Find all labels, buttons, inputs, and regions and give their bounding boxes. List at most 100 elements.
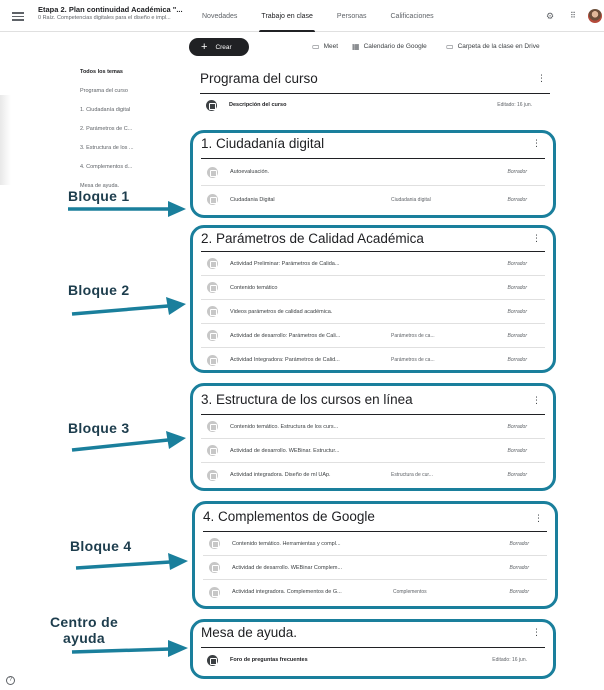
avatar[interactable] xyxy=(588,9,602,23)
assignment-icon xyxy=(207,445,218,456)
item-status: Borrador xyxy=(507,447,527,454)
list-item[interactable]: Actividad integradora. Complementos de G… xyxy=(203,580,547,604)
item-status: Borrador xyxy=(507,169,527,175)
plus-icon: + xyxy=(201,41,208,53)
arrow-bloque-4 xyxy=(75,553,188,570)
material-icon xyxy=(207,330,218,341)
item-topic: Ciudadania digital xyxy=(391,196,431,203)
list-item[interactable]: Actividad integradora. Diseño de ml UAp.… xyxy=(201,463,545,487)
list-item[interactable]: Actividad de desarrollo. WEBinar. Estruc… xyxy=(201,439,545,463)
more-vert-icon[interactable]: ⋮ xyxy=(534,514,543,523)
item-title: Actividad de desarrollo. WEBinar. Estruc… xyxy=(230,447,340,454)
list-item[interactable]: Actividad Integradora: Parámetros de Cal… xyxy=(201,348,545,372)
item-status: Editado: 16 jun. xyxy=(492,657,527,663)
topic-mesa-ayuda: Mesa de ayuda. ⋮ Foro de preguntas frecu… xyxy=(190,619,556,679)
item-title: Contenido temático. Herramientas y compl… xyxy=(232,540,341,547)
calendar-icon: ▦ xyxy=(352,42,360,51)
topic-header: Mesa de ayuda. ⋮ xyxy=(201,622,545,648)
arrow-bloque-2 xyxy=(71,297,186,316)
sidebar-item-parametros[interactable]: 2. Parámetros de C... xyxy=(80,125,170,144)
tab-novedades[interactable]: Novedades xyxy=(190,0,249,32)
meet-link[interactable]: ▭ Meet xyxy=(312,42,338,51)
item-title: Videos parámetros de calidad académica. xyxy=(230,308,333,315)
item-status: Borrador xyxy=(507,357,527,363)
topic-header: 4. Complementos de Google ⋮ xyxy=(203,504,547,532)
left-edge-shade xyxy=(0,95,11,185)
topic-parametros: 2. Parámetros de Calidad Académica ⋮ Act… xyxy=(190,225,556,373)
item-title: Actividad de desarrollo: Parámetros de C… xyxy=(230,332,341,339)
material-icon xyxy=(209,586,220,598)
drive-folder-link[interactable]: ▭ Carpeta de la clase en Drive xyxy=(446,42,540,51)
item-status: Borrador xyxy=(509,564,529,571)
topic-header: Programa del curso ⋮ xyxy=(200,68,550,94)
list-item[interactable]: Actividad Preliminar: Parámetros de Cali… xyxy=(201,252,545,276)
more-vert-icon[interactable]: ⋮ xyxy=(532,139,541,148)
list-item[interactable]: Autoevaluación. Borrador xyxy=(201,159,545,186)
topic-estructura: 3. Estructura de los cursos en línea ⋮ C… xyxy=(190,383,556,491)
calendar-link[interactable]: ▦ Calendario de Google xyxy=(352,42,427,51)
list-item[interactable]: Descripción del curso Editado: 16 jun. xyxy=(200,94,550,116)
list-item[interactable]: Contenido temático. Herramientas y compl… xyxy=(203,532,547,556)
sidebar-item-ciudadania[interactable]: 1. Ciudadanía digital xyxy=(80,106,170,125)
meet-label: Meet xyxy=(323,43,339,50)
sidebar-item-estructura[interactable]: 3. Estructura de los ... xyxy=(80,144,170,163)
material-icon xyxy=(207,469,218,481)
topic-header: 1. Ciudadanía digital ⋮ xyxy=(201,133,545,159)
list-item[interactable]: Actividad de desarrollo. WEBinar Complem… xyxy=(203,556,547,580)
list-item[interactable]: Ciudadania Digital Ciudadania digital Bo… xyxy=(201,186,545,213)
class-title[interactable]: Etapa 2. Plan continuidad Académica "... xyxy=(38,5,186,14)
topic-programa: Programa del curso ⋮ Descripción del cur… xyxy=(200,68,550,116)
arrow-bloque-1 xyxy=(68,201,186,217)
tab-trabajo-en-clase[interactable]: Trabajo en clase xyxy=(249,0,325,32)
more-vert-icon[interactable]: ⋮ xyxy=(532,628,541,637)
list-item[interactable]: Videos parámetros de calidad académica. … xyxy=(201,300,545,324)
sidebar-item-programa[interactable]: Programa del curso xyxy=(80,87,170,106)
assignment-icon xyxy=(207,421,218,432)
list-item[interactable]: Foro de preguntas frecuentes Editado: 16… xyxy=(201,648,545,672)
more-vert-icon[interactable]: ⋮ xyxy=(537,74,546,83)
class-tabs: Novedades Trabajo en clase Personas Cali… xyxy=(190,0,446,32)
item-status: Borrador xyxy=(507,196,527,203)
folder-icon: ▭ xyxy=(446,42,454,51)
top-app-bar: Etapa 2. Plan continuidad Académica "...… xyxy=(0,0,604,32)
topics-sidebar: Todos los temas Programa del curso 1. Ci… xyxy=(80,68,170,201)
topic-title[interactable]: Mesa de ayuda. xyxy=(201,622,545,642)
gear-icon[interactable]: ⚙ xyxy=(546,11,554,21)
apps-icon[interactable]: ⠿ xyxy=(570,11,576,21)
item-topic: Parámetros de ca... xyxy=(391,357,435,363)
assignment-icon xyxy=(207,282,218,293)
list-item[interactable]: Contenido temático. Estructura de los cu… xyxy=(201,415,545,439)
item-status: Borrador xyxy=(507,332,527,339)
create-button[interactable]: + Crear xyxy=(189,38,249,56)
item-title: Actividad integradora. Complementos de G… xyxy=(232,589,342,595)
topic-ciudadania: 1. Ciudadanía digital ⋮ Autoevaluación. … xyxy=(190,130,556,218)
topic-title[interactable]: Programa del curso xyxy=(200,68,550,88)
item-status: Borrador xyxy=(507,308,527,315)
material-icon xyxy=(207,354,218,366)
sidebar-item-all-topics[interactable]: Todos los temas xyxy=(80,68,170,87)
item-title: Autoevaluación. xyxy=(230,169,270,175)
sidebar-item-complementos[interactable]: 4. Complementos d... xyxy=(80,163,170,182)
create-label: Crear xyxy=(215,43,232,51)
help-icon[interactable]: ? xyxy=(6,676,15,685)
drive-folder-label: Carpeta de la clase en Drive xyxy=(457,43,540,50)
item-title: Foro de preguntas frecuentes xyxy=(230,657,308,663)
item-title: Contenido temático xyxy=(230,284,278,291)
item-status: Borrador xyxy=(507,284,527,291)
list-item[interactable]: Actividad de desarrollo: Parámetros de C… xyxy=(201,324,545,348)
more-vert-icon[interactable]: ⋮ xyxy=(532,234,541,243)
topic-title[interactable]: 4. Complementos de Google xyxy=(203,504,547,526)
topic-title[interactable]: 1. Ciudadanía digital xyxy=(201,133,545,153)
item-title: Actividad Preliminar: Parámetros de Cali… xyxy=(230,260,340,267)
menu-icon[interactable] xyxy=(12,12,24,21)
item-status: Borrador xyxy=(507,472,527,478)
topic-header: 3. Estructura de los cursos en línea ⋮ xyxy=(201,386,545,415)
video-camera-icon: ▭ xyxy=(312,42,320,51)
list-item[interactable]: Contenido temático Borrador xyxy=(201,276,545,300)
tab-calificaciones[interactable]: Calificaciones xyxy=(379,0,446,32)
item-status: Borrador xyxy=(507,260,527,267)
topic-title[interactable]: 3. Estructura de los cursos en línea xyxy=(201,386,545,409)
tab-personas[interactable]: Personas xyxy=(325,0,379,32)
more-vert-icon[interactable]: ⋮ xyxy=(532,396,541,405)
topic-title[interactable]: 2. Parámetros de Calidad Académica xyxy=(201,228,545,248)
